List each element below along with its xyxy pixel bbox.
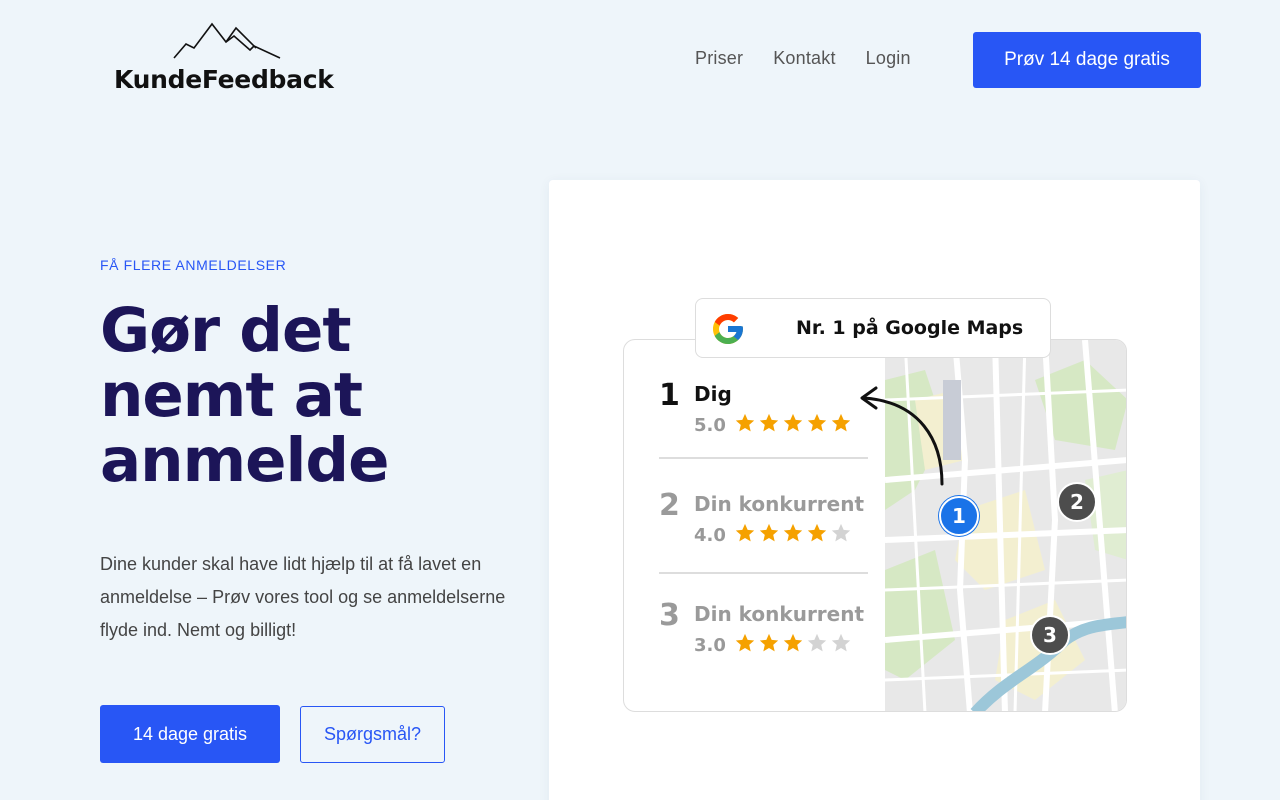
star-icon <box>783 633 803 652</box>
header-trial-button[interactable]: Prøv 14 dage gratis <box>973 32 1201 88</box>
ranking-row-1: 1 Dig 5.0 <box>659 378 869 458</box>
mountain-logo-icon <box>173 22 281 59</box>
nav-link-priser[interactable]: Priser <box>695 48 743 69</box>
rating-score: 3.0 <box>694 635 726 656</box>
headline-line: nemt at <box>100 360 363 431</box>
star-rating <box>734 632 852 654</box>
star-icon <box>759 523 779 542</box>
star-icon <box>783 523 803 542</box>
ranking-row-2: 2 Din konkurrent 4.0 <box>659 488 869 568</box>
rank-number: 1 <box>659 378 680 413</box>
ranking-row-3: 3 Din konkurrent 3.0 <box>659 598 869 678</box>
questions-button[interactable]: Spørgsmål? <box>300 706 445 763</box>
business-name: Din konkurrent <box>694 492 865 516</box>
star-icon <box>735 523 755 542</box>
trial-button[interactable]: 14 dage gratis <box>100 705 280 763</box>
map-pin-2: 2 <box>1057 482 1097 522</box>
star-icon <box>759 633 779 652</box>
star-icon <box>735 633 755 652</box>
star-icon <box>759 413 779 432</box>
rank-number: 2 <box>659 488 680 523</box>
nav-link-kontakt[interactable]: Kontakt <box>773 48 835 69</box>
star-rating <box>734 412 852 434</box>
map-pin-3: 3 <box>1030 615 1070 655</box>
business-name: Din konkurrent <box>694 602 865 626</box>
nav-link-login[interactable]: Login <box>866 48 911 69</box>
star-icon <box>807 413 827 432</box>
rating-score: 5.0 <box>694 415 726 436</box>
star-icon <box>735 413 755 432</box>
logo-text: KundeFeedback <box>114 65 334 94</box>
google-logo-icon <box>713 314 743 344</box>
business-name: Dig <box>694 382 732 406</box>
star-icon <box>831 413 851 432</box>
star-icon <box>807 523 827 542</box>
logo[interactable]: KundeFeedback <box>112 20 352 96</box>
divider <box>659 572 868 574</box>
star-icon <box>807 633 827 652</box>
curved-arrow-icon <box>860 386 944 486</box>
hero-lead-text: Dine kunder skal have lidt hjælp til at … <box>100 554 506 640</box>
badge-text: Nr. 1 på Google Maps <box>796 317 1024 339</box>
headline-line: anmelde <box>100 425 389 496</box>
star-icon <box>831 523 851 542</box>
google-maps-badge: Nr. 1 på Google Maps <box>695 298 1051 358</box>
map-pin-1: 1 <box>939 496 979 536</box>
hero-eyebrow: FÅ FLERE ANMELDELSER <box>100 257 287 273</box>
divider <box>659 457 868 459</box>
star-icon <box>831 633 851 652</box>
hero-headline: Gør det nemt at anmelde <box>100 298 540 493</box>
main-nav: Priser Kontakt Login <box>695 48 911 69</box>
star-rating <box>734 522 852 544</box>
star-icon <box>783 413 803 432</box>
headline-line: Gør det <box>100 295 352 366</box>
rating-score: 4.0 <box>694 525 726 546</box>
rank-number: 3 <box>659 598 680 633</box>
